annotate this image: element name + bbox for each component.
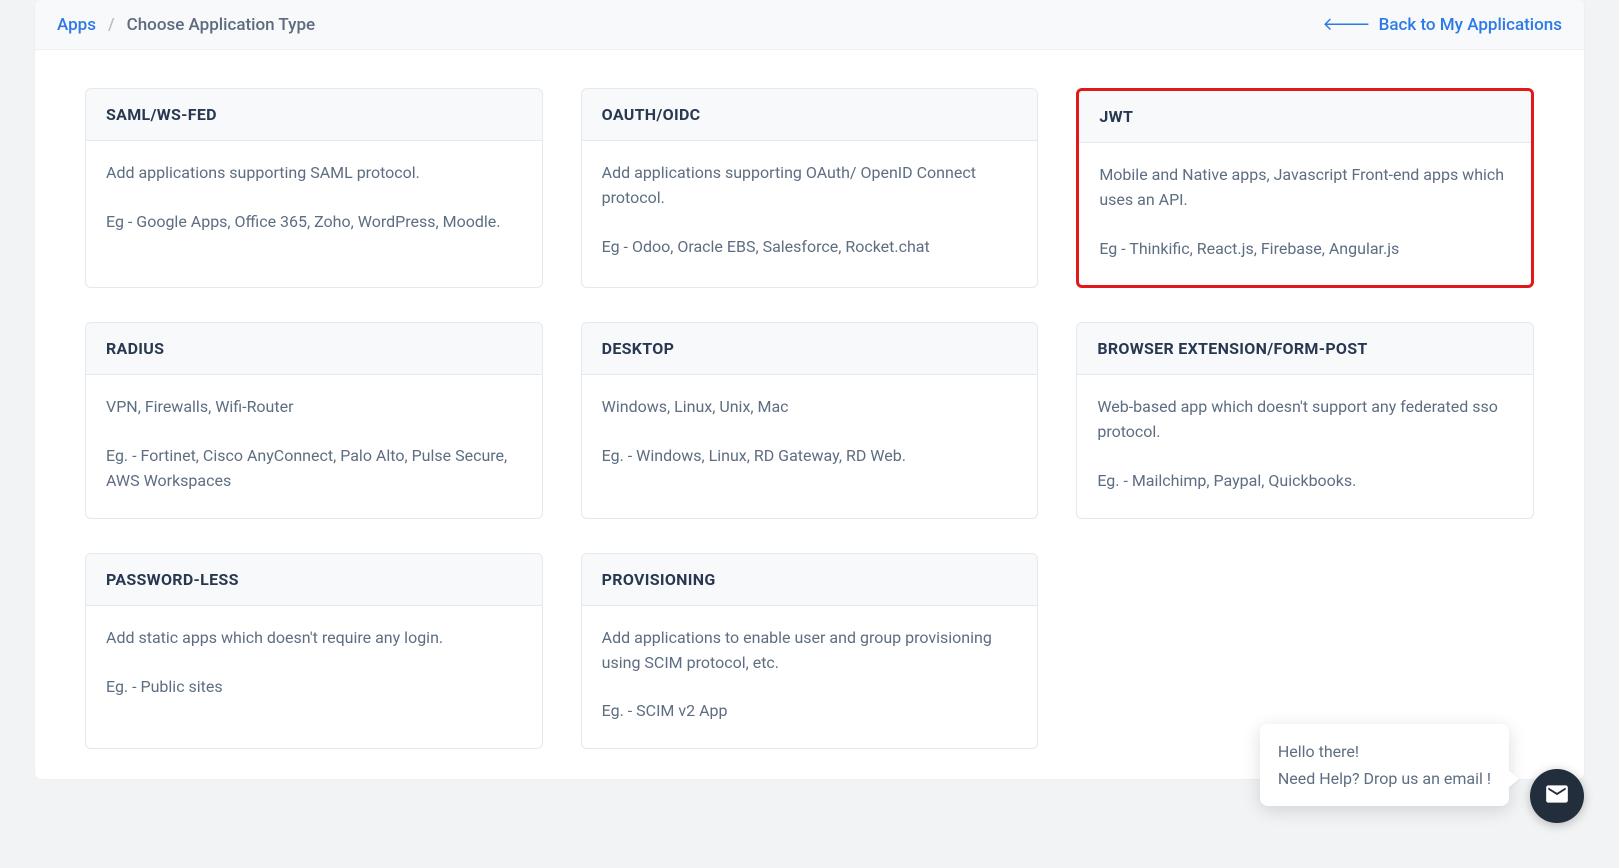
breadcrumb: Apps / Choose Application Type xyxy=(57,15,315,35)
card-description: Add applications supporting SAML protoco… xyxy=(106,161,522,186)
card-body: Windows, Linux, Unix, Mac Eg. - Windows,… xyxy=(582,375,1038,493)
card-description: Add applications supporting OAuth/ OpenI… xyxy=(602,161,1018,211)
card-example: Eg. - Mailchimp, Paypal, Quickbooks. xyxy=(1097,469,1513,494)
card-body: Add applications to enable user and grou… xyxy=(582,606,1038,748)
card-example: Eg - Odoo, Oracle EBS, Salesforce, Rocke… xyxy=(602,235,1018,260)
card-browser-extension[interactable]: BROWSER EXTENSION/FORM-POST Web-based ap… xyxy=(1076,322,1534,518)
card-title: SAML/WS-FED xyxy=(86,89,542,141)
card-oauth[interactable]: OAUTH/OIDC Add applications supporting O… xyxy=(581,88,1039,288)
mail-icon xyxy=(1544,781,1570,811)
breadcrumb-separator: / xyxy=(108,15,115,35)
back-link[interactable]: 🡐 Back to My Applications xyxy=(1322,14,1562,35)
chat-popup: Hello there! Need Help? Drop us an email… xyxy=(1260,724,1509,806)
chat-greeting: Hello there! xyxy=(1278,738,1491,765)
card-saml[interactable]: SAML/WS-FED Add applications supporting … xyxy=(85,88,543,288)
card-title: PASSWORD-LESS xyxy=(86,554,542,606)
card-body: Web-based app which doesn't support any … xyxy=(1077,375,1533,517)
card-jwt[interactable]: JWT Mobile and Native apps, Javascript F… xyxy=(1076,88,1534,288)
card-description: Windows, Linux, Unix, Mac xyxy=(602,395,1018,420)
card-title: RADIUS xyxy=(86,323,542,375)
card-passwordless[interactable]: PASSWORD-LESS Add static apps which does… xyxy=(85,553,543,749)
card-desktop[interactable]: DESKTOP Windows, Linux, Unix, Mac Eg. - … xyxy=(581,322,1039,518)
cards-container: SAML/WS-FED Add applications supporting … xyxy=(35,50,1584,779)
card-title: DESKTOP xyxy=(582,323,1038,375)
card-provisioning[interactable]: PROVISIONING Add applications to enable … xyxy=(581,553,1039,749)
breadcrumb-current: Choose Application Type xyxy=(127,15,316,35)
card-body: Add applications supporting SAML protoco… xyxy=(86,141,542,259)
card-example: Eg. - Windows, Linux, RD Gateway, RD Web… xyxy=(602,444,1018,469)
card-body: Add static apps which doesn't require an… xyxy=(86,606,542,724)
card-example: Eg. - Fortinet, Cisco AnyConnect, Palo A… xyxy=(106,444,522,494)
card-title: BROWSER EXTENSION/FORM-POST xyxy=(1077,323,1533,375)
back-label: Back to My Applications xyxy=(1379,15,1562,35)
card-description: VPN, Firewalls, Wifi-Router xyxy=(106,395,522,420)
card-description: Add static apps which doesn't require an… xyxy=(106,626,522,651)
arrow-left-icon: 🡐 xyxy=(1322,14,1370,35)
card-title: OAUTH/OIDC xyxy=(582,89,1038,141)
card-example: Eg - Thinkific, React.js, Firebase, Angu… xyxy=(1099,237,1511,262)
main-panel: Apps / Choose Application Type 🡐 Back to… xyxy=(35,0,1584,779)
card-body: Add applications supporting OAuth/ OpenI… xyxy=(582,141,1038,283)
card-body: Mobile and Native apps, Javascript Front… xyxy=(1079,143,1531,285)
card-description: Add applications to enable user and grou… xyxy=(602,626,1018,676)
card-description: Mobile and Native apps, Javascript Front… xyxy=(1099,163,1511,213)
card-example: Eg. - SCIM v2 App xyxy=(602,699,1018,724)
card-radius[interactable]: RADIUS VPN, Firewalls, Wifi-Router Eg. -… xyxy=(85,322,543,518)
card-title: PROVISIONING xyxy=(582,554,1038,606)
header-bar: Apps / Choose Application Type 🡐 Back to… xyxy=(35,0,1584,50)
chat-prompt: Need Help? Drop us an email ! xyxy=(1278,765,1491,792)
card-example: Eg - Google Apps, Office 365, Zoho, Word… xyxy=(106,210,522,235)
breadcrumb-root-link[interactable]: Apps xyxy=(57,15,96,35)
card-example: Eg. - Public sites xyxy=(106,675,522,700)
card-body: VPN, Firewalls, Wifi-Router Eg. - Fortin… xyxy=(86,375,542,517)
card-description: Web-based app which doesn't support any … xyxy=(1097,395,1513,445)
card-title: JWT xyxy=(1079,91,1531,143)
chat-button[interactable] xyxy=(1530,769,1584,823)
